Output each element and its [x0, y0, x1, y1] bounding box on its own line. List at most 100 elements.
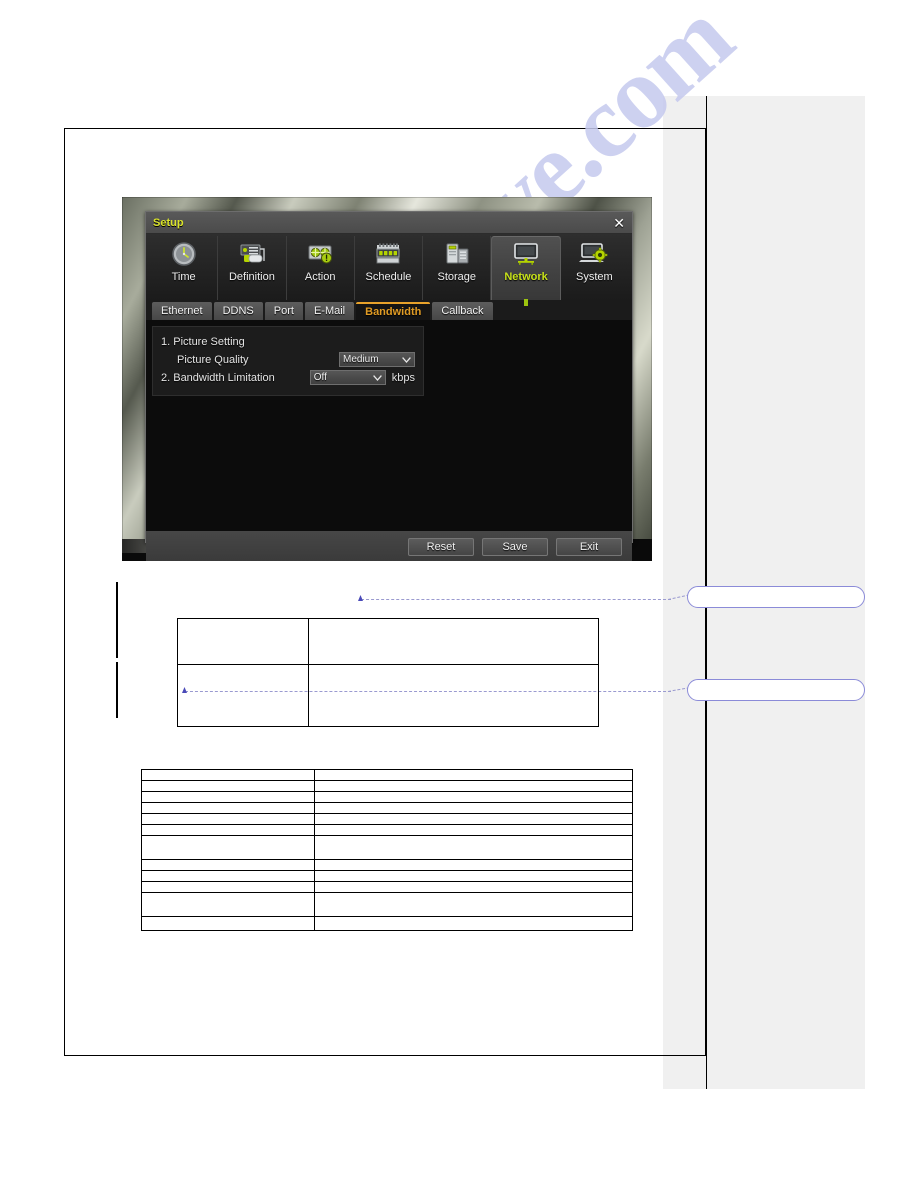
- table-cell: [141, 870, 315, 882]
- table-row: [141, 769, 633, 781]
- table-cell: [141, 824, 315, 836]
- table-cell: [141, 791, 315, 803]
- toolbar-label-time: Time: [171, 271, 196, 283]
- table-cell: [314, 824, 633, 836]
- tab-bandwidth[interactable]: Bandwidth: [356, 302, 431, 320]
- setup-icon-toolbar: Time Definition Action Schedule Storage …: [146, 234, 632, 306]
- toolbar-label-action: Action: [304, 271, 336, 283]
- table-cell: [141, 780, 315, 792]
- picture-quality-value: Medium: [343, 354, 379, 365]
- toolbar-label-definition: Definition: [228, 271, 275, 283]
- table-row: [141, 870, 633, 882]
- toolbar-item-system[interactable]: System: [561, 236, 628, 300]
- table-cell: [141, 859, 315, 871]
- table-cell: [141, 916, 315, 931]
- table-row: [141, 791, 633, 803]
- table-cell: [141, 892, 315, 917]
- table-row: [141, 881, 633, 893]
- toolbar-label-storage: Storage: [437, 271, 477, 283]
- toolbar-item-storage[interactable]: Storage: [423, 236, 492, 300]
- bandwidth-limitation-label: 2. Bandwidth Limitation: [161, 371, 275, 384]
- action-alert-icon: [308, 245, 333, 264]
- table-row: [141, 813, 633, 825]
- table-cell: [141, 769, 315, 781]
- table-cell: [314, 859, 633, 871]
- table-row: [141, 824, 633, 836]
- bandwidth-limitation-value: Off: [313, 372, 327, 383]
- callout-box-upper: [687, 586, 865, 608]
- setup-content-area: 1. Picture Setting Picture Quality Mediu…: [146, 320, 632, 531]
- table-cell: [314, 813, 633, 825]
- table-row: [141, 916, 633, 931]
- lower-spec-table: [141, 769, 633, 931]
- tab-ddns[interactable]: DDNS: [213, 302, 263, 320]
- table-cell: [314, 769, 633, 781]
- table-row: [141, 892, 633, 917]
- table-row: [177, 664, 599, 727]
- bandwidth-settings-box: 1. Picture Setting Picture Quality Mediu…: [152, 326, 424, 396]
- picture-quality-label: Picture Quality: [177, 353, 249, 366]
- table-cell: [308, 618, 599, 665]
- exit-button[interactable]: Exit: [556, 537, 622, 556]
- tab-ethernet[interactable]: Ethernet: [152, 302, 212, 320]
- table-row: [177, 618, 599, 665]
- table-cell: [314, 780, 633, 792]
- table-cell: [177, 664, 309, 727]
- table-cell: [314, 916, 633, 931]
- setup-window: Setup ✕ Time Definition Action Schedule …: [145, 211, 633, 561]
- bandwidth-unit-label: kbps: [391, 371, 415, 384]
- picture-setting-heading: 1. Picture Setting: [161, 335, 245, 348]
- bandwidth-limitation-dropdown[interactable]: Off: [309, 370, 386, 385]
- table-cell: [314, 791, 633, 803]
- leader-line-upper: [361, 599, 671, 600]
- display-definition-icon: [240, 244, 265, 263]
- monitor-network-icon: [514, 243, 538, 265]
- save-button[interactable]: Save: [482, 537, 548, 556]
- setup-titlebar: Setup ✕: [146, 212, 632, 234]
- picture-quality-dropdown[interactable]: Medium: [339, 352, 415, 367]
- table-cell: [141, 813, 315, 825]
- table-cell: [177, 618, 309, 665]
- table-row: [141, 780, 633, 792]
- table-row: [141, 835, 633, 860]
- table-cell: [314, 892, 633, 917]
- callout-box-lower: [687, 679, 865, 701]
- setting-row-picture-setting: 1. Picture Setting: [161, 333, 415, 350]
- toolbar-label-schedule: Schedule: [365, 271, 412, 283]
- table-cell: [314, 835, 633, 860]
- table-cell: [141, 835, 315, 860]
- toolbar-item-network[interactable]: Network: [491, 236, 561, 306]
- bracket-bar-upper: [116, 582, 118, 658]
- monitor-gear-icon: [579, 243, 608, 263]
- toolbar-item-schedule[interactable]: Schedule: [355, 236, 424, 300]
- lower-table-body: [141, 769, 633, 931]
- dvr-screenshot: M M Setup ✕ Time: [122, 197, 652, 561]
- clock-icon: [171, 242, 196, 266]
- toolbar-item-action[interactable]: Action: [287, 236, 355, 300]
- table-row: [141, 859, 633, 871]
- upper-table-body: [177, 618, 599, 727]
- tab-email[interactable]: E-Mail: [304, 302, 355, 320]
- table-row: [141, 802, 633, 814]
- tab-port[interactable]: Port: [264, 302, 303, 320]
- calendar-icon: [376, 243, 400, 264]
- setup-footer: Reset Save Exit: [146, 531, 632, 561]
- tab-callback[interactable]: Callback: [432, 302, 493, 320]
- toolbar-label-network: Network: [504, 271, 548, 283]
- chevron-down-icon: [372, 374, 382, 381]
- setup-window-title: Setup: [153, 216, 184, 229]
- setting-row-picture-quality: Picture Quality Medium: [161, 351, 415, 368]
- table-cell: [308, 664, 599, 727]
- storage-drive-icon: [446, 243, 469, 264]
- reset-button[interactable]: Reset: [408, 537, 474, 556]
- toolbar-item-definition[interactable]: Definition: [218, 236, 287, 300]
- upper-spec-table: [177, 618, 599, 727]
- close-icon[interactable]: ✕: [613, 216, 625, 230]
- table-cell: [141, 881, 315, 893]
- setup-tab-row: Ethernet DDNS Port E-Mail Bandwidth Call…: [146, 300, 632, 320]
- table-cell: [141, 802, 315, 814]
- table-cell: [314, 881, 633, 893]
- bracket-bar-lower: [116, 662, 118, 718]
- toolbar-item-time[interactable]: Time: [150, 236, 219, 300]
- setting-row-bandwidth-limitation: 2. Bandwidth Limitation Off kbps: [161, 369, 415, 386]
